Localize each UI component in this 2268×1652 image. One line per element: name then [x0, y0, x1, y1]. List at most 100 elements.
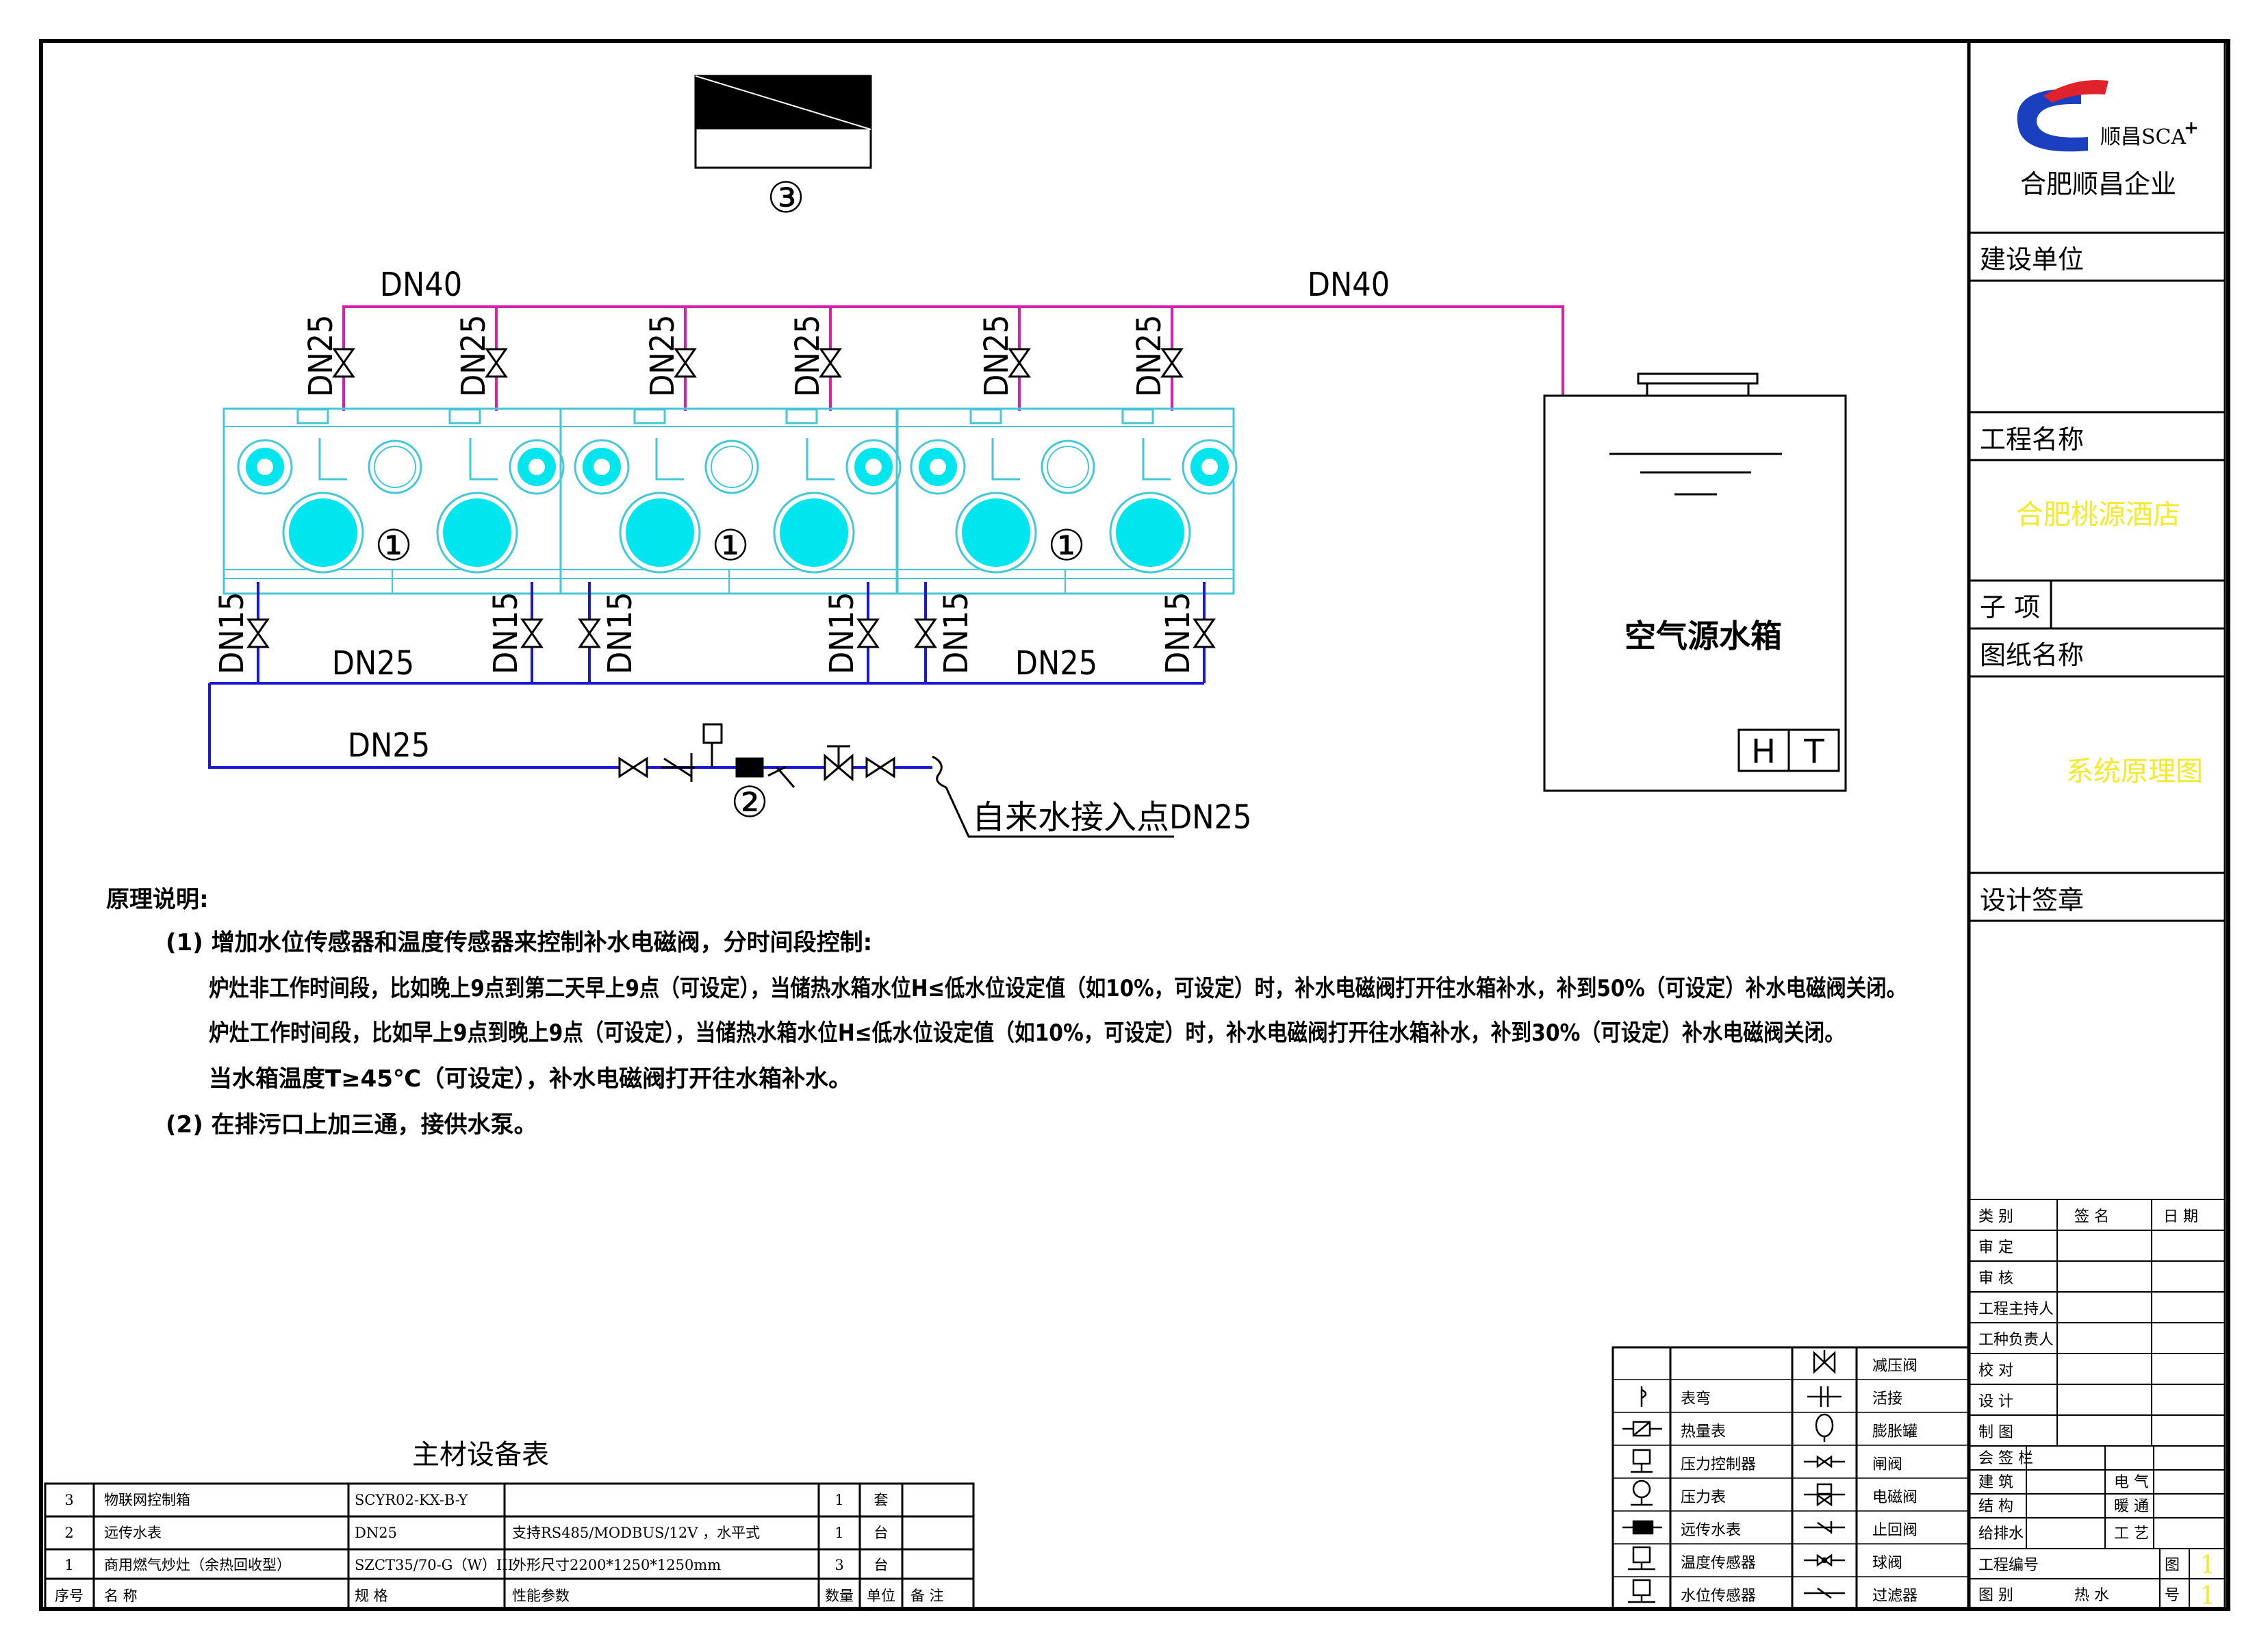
countersign-row: 建 筑	[1978, 1474, 2013, 1491]
fig-char-1: 图	[2165, 1557, 2180, 1574]
sign-row: 审 核	[1978, 1270, 2013, 1287]
notes-item1: (1) 增加水位传感器和温度传感器来控制补水电磁阀，分时间段控制:	[166, 929, 872, 956]
materials-cell: 1	[834, 1492, 843, 1508]
label-dn25-v2: DN25	[455, 315, 493, 398]
materials-cell: 台	[874, 1557, 889, 1573]
value-drawing-name: 系统原理图	[2066, 756, 2203, 787]
legend-right-item: 活接	[1872, 1390, 1902, 1408]
legend-left-item: 热量表	[1681, 1423, 1726, 1440]
legend-left-item: 压力表	[1681, 1489, 1726, 1506]
label-dn15-v3: DN15	[601, 592, 639, 675]
materials-cell: 台	[874, 1525, 889, 1541]
label-dn15-v1: DN15	[213, 592, 251, 675]
label-build-unit: 建设单位	[1980, 244, 2084, 275]
company-name: 合肥顺昌企业	[2020, 169, 2176, 199]
stove-unit: ①	[559, 407, 902, 595]
materials-cell: DN25	[355, 1525, 397, 1541]
tank-sensor-h: H	[1751, 733, 1776, 771]
legend-left-item: 表弯	[1681, 1390, 1711, 1408]
materials-header: 序号	[55, 1588, 84, 1604]
label-dn15-v4: DN15	[823, 592, 861, 675]
materials-cell: SZCT35/70-G（W）III	[355, 1557, 513, 1573]
air-source-tank	[1543, 372, 1847, 792]
notes-line2: 炉灶工作时间段，比如早上9点到晚上9点（可设定），当储热水箱水位H≤低水位设定值…	[209, 1019, 1845, 1047]
sign-row: 审 定	[1978, 1239, 2013, 1256]
num-fig-2: 1	[2200, 1582, 2216, 1610]
materials-cell: 2	[64, 1525, 73, 1541]
label-dn25-v1: DN25	[302, 315, 340, 398]
materials-cell: 1	[64, 1557, 73, 1573]
legend-right-item: 过滤器	[1872, 1588, 1917, 1605]
sign-row: 设 计	[1978, 1393, 2013, 1410]
label-drawing-name: 图纸名称	[1980, 640, 2084, 670]
system-schematic: ③ DN40 DN40 DN25 DN25 DN25 DN25 DN25 DN2…	[39, 39, 2230, 1611]
legend-left-item: 远传水表	[1681, 1522, 1741, 1539]
sign-header: 签 名	[2074, 1208, 2109, 1225]
label-dn25-v6: DN25	[1130, 315, 1169, 398]
titleblock-lines	[1969, 231, 2225, 922]
notes-item2: (2) 在排污口上加三通，接供水泵。	[166, 1111, 537, 1139]
tank-label: 空气源水箱	[1624, 618, 1782, 655]
label-project-name: 工程名称	[1980, 424, 2084, 455]
stove-unit: ①	[222, 407, 565, 595]
sign-row: 制 图	[1978, 1424, 2013, 1441]
legend-right-item: 闸阀	[1872, 1456, 1902, 1473]
legend-left-item: 压力控制器	[1681, 1456, 1756, 1473]
label-dn15-v2: DN15	[487, 592, 525, 675]
sign-row: 工程主持人	[1978, 1301, 2054, 1318]
materials-cell: 1	[834, 1525, 843, 1541]
materials-cell: 3	[834, 1557, 843, 1573]
label-dn40-left: DN40	[380, 266, 463, 304]
materials-header: 性能参数	[512, 1588, 570, 1604]
sign-row: 校 对	[1978, 1362, 2013, 1380]
countersign-label: 会 签 栏	[1978, 1450, 2033, 1467]
marker-meter: ②	[730, 777, 769, 827]
materials-header: 规 格	[355, 1588, 388, 1604]
countersign-row: 电 气	[2114, 1474, 2149, 1491]
brand-text: 顺昌SCA	[2100, 125, 2187, 149]
legend-right-item: 电磁阀	[1872, 1489, 1917, 1506]
sign-row: 工种负责人	[1978, 1332, 2054, 1349]
countersign-row: 暖 通	[2114, 1498, 2149, 1515]
fig-char-2: 号	[2165, 1587, 2180, 1604]
category-label: 图 别	[1978, 1587, 2013, 1604]
materials-cell: 商用燃气炒灶（余热回收型）	[104, 1557, 291, 1573]
value-project-name: 合肥桃源酒店	[2016, 499, 2180, 531]
materials-header: 单位	[867, 1588, 895, 1604]
legend-left-item: 温度传感器	[1681, 1555, 1756, 1572]
marker-hotwater: ③	[767, 173, 805, 223]
label-dn25-supply: DN25	[348, 726, 431, 765]
sign-header: 日 期	[2163, 1208, 2198, 1225]
hot-water-pipes	[342, 305, 1564, 411]
legend-right-item: 减压阀	[1872, 1358, 1917, 1375]
notes-line1: 炉灶非工作时间段，比如晚上9点到第二天早上9点（可设定），当储热水箱水位H≤低水…	[209, 975, 1907, 1002]
label-design-seal: 设计签章	[1980, 885, 2084, 915]
materials-cell: 物联网控制箱	[104, 1492, 190, 1508]
supply-fittings	[618, 723, 947, 789]
label-dn25-v3: DN25	[644, 315, 682, 398]
notes-title: 原理说明:	[106, 886, 209, 913]
materials-cell: 支持RS485/MODBUS/12V ，水平式	[512, 1525, 760, 1541]
label-dn25-v4: DN25	[789, 315, 827, 398]
materials-cell: SCYR02-KX-B-Y	[355, 1492, 469, 1508]
materials-cell: 3	[64, 1492, 73, 1508]
marker-stove: ①	[1047, 520, 1086, 570]
marker-stove: ①	[374, 520, 413, 570]
label-subitem: 子 项	[1980, 592, 2040, 622]
legend-right-item: 止回阀	[1872, 1522, 1917, 1539]
countersign-row: 结 构	[1978, 1498, 2013, 1515]
label-dn15-v6: DN15	[1159, 592, 1197, 675]
label-dn15-v5: DN15	[937, 592, 976, 675]
label-water-inlet: 自来水接入点DN25	[972, 798, 1252, 837]
label-dn25-v5: DN25	[978, 315, 1016, 398]
materials-cell: 套	[874, 1492, 889, 1508]
marker-stove: ①	[711, 520, 750, 570]
legend-left-item: 水位传感器	[1681, 1588, 1756, 1605]
label-dn25-cold-left: DN25	[332, 644, 415, 683]
countersign-row: 工 艺	[2114, 1525, 2149, 1542]
tank-sensor-t: T	[1803, 733, 1824, 771]
control-box-symbol	[694, 75, 872, 169]
brand-plus: +	[2184, 118, 2199, 138]
legend-right-item: 膨胀罐	[1872, 1423, 1917, 1440]
label-dn40-right: DN40	[1308, 266, 1390, 304]
